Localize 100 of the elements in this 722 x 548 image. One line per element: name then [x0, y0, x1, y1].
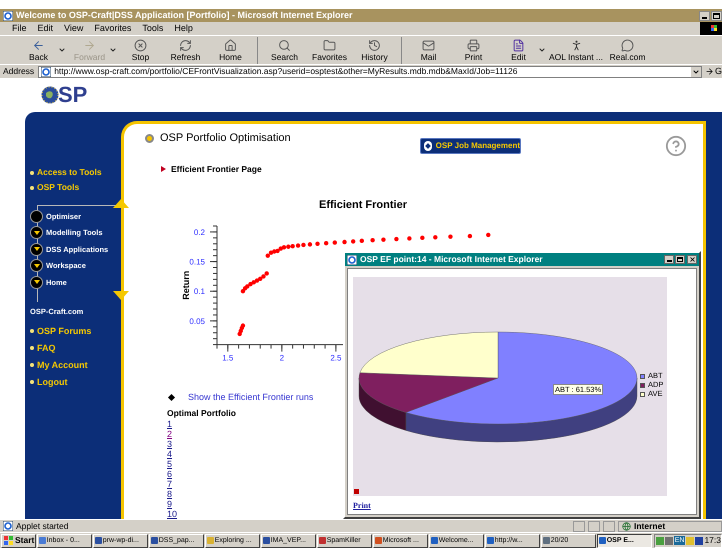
- tick-label: 0.15: [189, 258, 205, 267]
- dropdown-button[interactable]: [690, 66, 701, 76]
- clock: 17:3: [704, 536, 721, 545]
- menu-item[interactable]: Tools: [142, 24, 164, 33]
- menu-item[interactable]: Help: [174, 24, 193, 33]
- bullet-icon: [30, 380, 34, 384]
- maximize-icon: [713, 12, 720, 18]
- toolbar-button[interactable]: Home: [208, 36, 253, 64]
- toolbar-button[interactable]: Mail: [406, 36, 451, 64]
- nav-link[interactable]: OSP Tools: [37, 183, 80, 192]
- tick-label: 0.2: [194, 228, 205, 237]
- portfolio-link[interactable]: 4: [167, 449, 172, 459]
- data-point: [370, 238, 375, 242]
- toolbar-button[interactable]: History: [352, 36, 397, 64]
- data-point: [332, 240, 337, 245]
- menu-item[interactable]: View: [64, 24, 84, 33]
- maximize-button[interactable]: [711, 10, 722, 20]
- help-icon[interactable]: [665, 135, 687, 157]
- start-button[interactable]: Start: [1, 534, 36, 548]
- job-management-button[interactable]: OSP Job Management: [420, 138, 521, 154]
- globe-logo-icon: [41, 86, 59, 104]
- bullet-icon: [30, 186, 34, 190]
- app-icon: [486, 537, 494, 544]
- globe-icon: [622, 522, 631, 530]
- portfolio-link[interactable]: 9: [167, 499, 172, 509]
- browser-icon: [3, 10, 13, 20]
- history-icon: [368, 38, 381, 52]
- status-panel: [588, 520, 600, 532]
- nav-link[interactable]: FAQ: [37, 344, 56, 352]
- node-caret-icon[interactable]: [30, 259, 43, 272]
- portfolio-link[interactable]: 7: [167, 479, 172, 489]
- zone-text: Internet: [634, 522, 666, 530]
- tick-label: 0.05: [189, 316, 205, 326]
- toolbar-button[interactable]: Refresh: [163, 36, 208, 64]
- portfolio-link[interactable]: 1: [167, 419, 172, 429]
- toolbar-button[interactable]: Favorites: [307, 36, 352, 64]
- node-caret-icon[interactable]: [30, 226, 43, 240]
- stop-icon: [134, 38, 147, 52]
- data-point: [448, 234, 453, 239]
- maximize-button[interactable]: [675, 255, 685, 264]
- document-icon: [512, 38, 525, 52]
- app-icon: [318, 537, 326, 544]
- caret-icon: [692, 68, 700, 76]
- bullet-icon: [30, 170, 34, 174]
- nav-link[interactable]: Logout: [37, 378, 68, 386]
- menu-item[interactable]: Edit: [38, 24, 54, 33]
- browser-icon: [347, 254, 357, 264]
- runs-link[interactable]: Show the Efficient Frontier runs: [188, 392, 314, 402]
- dropdown-caret-icon[interactable]: [538, 46, 546, 54]
- toolbar-button[interactable]: Edit: [496, 36, 541, 64]
- minimize-button[interactable]: [664, 255, 674, 264]
- portfolio-link[interactable]: 2: [167, 429, 172, 439]
- minimize-button[interactable]: [699, 10, 710, 20]
- tick-label: 1.5: [222, 354, 234, 363]
- portfolio-link[interactable]: 6: [167, 469, 172, 479]
- go-button[interactable]: G: [702, 67, 722, 76]
- diamond-icon: [424, 141, 432, 151]
- nav-link[interactable]: OSP Forums: [37, 326, 92, 336]
- bullet-icon: [30, 329, 34, 333]
- logo-text: SP: [58, 84, 88, 106]
- toolbar-button[interactable]: Real.com: [605, 36, 650, 64]
- windows-logo-icon: [700, 22, 722, 35]
- address-field[interactable]: http://www.osp-craft.com/portfolio/CEFrontVisualization.asp?userid=osptest&other=MyResults.mdb.mdb&MaxId/Job=11126: [38, 66, 702, 78]
- node-caret-icon[interactable]: [30, 276, 43, 289]
- data-point: [407, 236, 412, 241]
- toolbar-button[interactable]: AOL Instant ...: [547, 36, 606, 64]
- toolbar-button[interactable]: Print: [451, 36, 496, 64]
- status-panel: [573, 520, 585, 532]
- address-label: Address: [3, 67, 34, 76]
- data-point: [468, 234, 472, 238]
- app-icon: [542, 537, 550, 544]
- app-icon: [94, 537, 102, 544]
- portfolio-link[interactable]: 10: [167, 509, 178, 519]
- data-point: [433, 235, 438, 240]
- menu-item[interactable]: File: [12, 24, 27, 33]
- scroll-down-icon[interactable]: [113, 291, 129, 300]
- app-icon: [38, 537, 46, 544]
- toolbar-button[interactable]: Back: [16, 36, 61, 64]
- maximize-icon: [677, 257, 683, 262]
- scroll-up-icon[interactable]: [113, 199, 129, 208]
- portfolio-link[interactable]: 8: [167, 489, 172, 499]
- data-point: [486, 232, 490, 238]
- print-link[interactable]: Print: [353, 502, 371, 510]
- portfolio-link[interactable]: 3: [167, 439, 172, 449]
- folder-icon: [323, 38, 336, 52]
- dropdown-caret-icon[interactable]: [58, 46, 66, 54]
- close-button[interactable]: [687, 255, 697, 264]
- data-point: [394, 236, 399, 242]
- node-caret-icon[interactable]: [30, 242, 43, 256]
- toolbar-button[interactable]: Stop: [118, 36, 163, 64]
- selected-node-icon[interactable]: [30, 210, 43, 223]
- menu-item[interactable]: Favorites: [94, 24, 132, 33]
- nav-link[interactable]: Access to Tools: [37, 168, 102, 177]
- windows-logo-icon: [4, 536, 13, 545]
- portfolio-link[interactable]: 5: [167, 459, 172, 469]
- nav-link[interactable]: My Account: [37, 360, 88, 370]
- data-point: [420, 236, 425, 240]
- toolbar-button[interactable]: Search: [262, 36, 307, 64]
- tick-label: 2.5: [330, 354, 342, 363]
- bullet-icon: [30, 363, 34, 367]
